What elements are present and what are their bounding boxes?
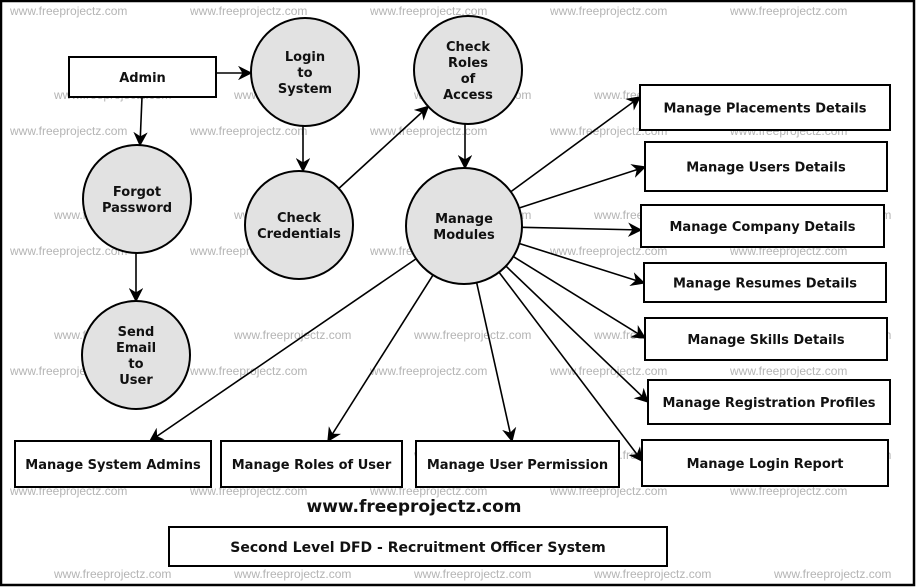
process-label: Email	[116, 341, 156, 356]
process-label: Manage	[435, 212, 493, 227]
entity-loginreport[interactable]: Manage Login Report	[641, 439, 889, 487]
process-label: of	[461, 72, 476, 87]
watermark-text: www.freeprojectz.com	[549, 4, 667, 18]
process-label: Credentials	[257, 227, 341, 242]
watermark-text: www.freeprojectz.com	[549, 364, 667, 378]
entity-label: Manage Company Details	[670, 220, 856, 235]
process-checkroles[interactable]: CheckRolesofAccess	[413, 15, 523, 125]
process-label: Forgot	[113, 185, 161, 200]
diagram-title: Second Level DFD - Recruitment Officer S…	[230, 540, 605, 556]
watermark-text: www.freeprojectz.com	[369, 124, 487, 138]
process-label: to	[297, 66, 312, 81]
process-modules[interactable]: ManageModules	[405, 167, 523, 285]
entity-label: Manage System Admins	[25, 458, 201, 473]
watermark-text: www.freeprojectz.com	[413, 328, 531, 342]
entity-label: Manage User Permission	[427, 458, 608, 473]
watermark-text: www.freeprojectz.com	[233, 328, 351, 342]
process-label: Login	[285, 50, 325, 65]
entity-label: Manage Users Details	[686, 161, 846, 176]
entity-registration[interactable]: Manage Registration Profiles	[647, 379, 891, 425]
watermark-text: www.freeprojectz.com	[413, 567, 531, 581]
process-label: Check	[446, 40, 490, 55]
process-checkcred[interactable]: CheckCredentials	[244, 170, 354, 280]
watermark-text: www.freeprojectz.com	[189, 124, 307, 138]
entity-label: Manage Login Report	[687, 457, 844, 472]
process-label: User	[119, 373, 153, 388]
entity-placements[interactable]: Manage Placements Details	[639, 84, 891, 131]
watermark-text: www.freeprojectz.com	[233, 567, 351, 581]
watermark-text: www.freeprojectz.com	[729, 4, 847, 18]
entity-sysadmins[interactable]: Manage System Admins	[14, 440, 212, 488]
watermark-text: www.freeprojectz.com	[9, 124, 127, 138]
process-label: Check	[277, 211, 321, 226]
entity-label: Manage Placements Details	[663, 102, 866, 117]
process-label: to	[128, 357, 143, 372]
watermark-text: www.freeprojectz.com	[53, 567, 171, 581]
process-label: System	[278, 82, 332, 97]
watermark-text: www.freeprojectz.com	[9, 4, 127, 18]
process-label: Send	[118, 325, 155, 340]
entity-label: Manage Resumes Details	[673, 277, 857, 292]
entity-label: Manage Registration Profiles	[662, 396, 875, 411]
watermark-text: www.freeprojectz.com	[593, 567, 711, 581]
entity-label: Manage Roles of User	[232, 458, 392, 473]
entity-resumes[interactable]: Manage Resumes Details	[643, 262, 887, 303]
process-login[interactable]: LogintoSystem	[250, 17, 360, 127]
entity-roles[interactable]: Manage Roles of User	[220, 440, 403, 488]
watermark-text: www.freeprojectz.com	[189, 364, 307, 378]
entity-admin[interactable]: Admin	[68, 56, 217, 98]
watermark-text: www.freeprojectz.com	[369, 364, 487, 378]
watermark-text: www.freeprojectz.com	[189, 4, 307, 18]
entity-label: Admin	[119, 71, 166, 86]
watermark-text: www.freeprojectz.com	[729, 364, 847, 378]
process-label: Roles	[448, 56, 488, 71]
process-label: Password	[102, 201, 172, 216]
entity-label: Manage Skills Details	[687, 333, 845, 348]
dfd-canvas: www.freeprojectz.com www.freeprojectz.com…	[0, 0, 916, 587]
process-label: Access	[443, 88, 493, 103]
entity-users[interactable]: Manage Users Details	[644, 141, 888, 192]
entity-company[interactable]: Manage Company Details	[640, 204, 885, 248]
process-forgot[interactable]: ForgotPassword	[82, 144, 192, 254]
process-label: Modules	[433, 228, 495, 243]
website-label: www.freeprojectz.com	[307, 497, 522, 517]
process-sendemail[interactable]: SendEmailtoUser	[81, 300, 191, 410]
entity-skills[interactable]: Manage Skills Details	[644, 317, 888, 361]
entity-permission[interactable]: Manage User Permission	[415, 440, 620, 488]
watermark-text: www.freeprojectz.com	[773, 567, 891, 581]
